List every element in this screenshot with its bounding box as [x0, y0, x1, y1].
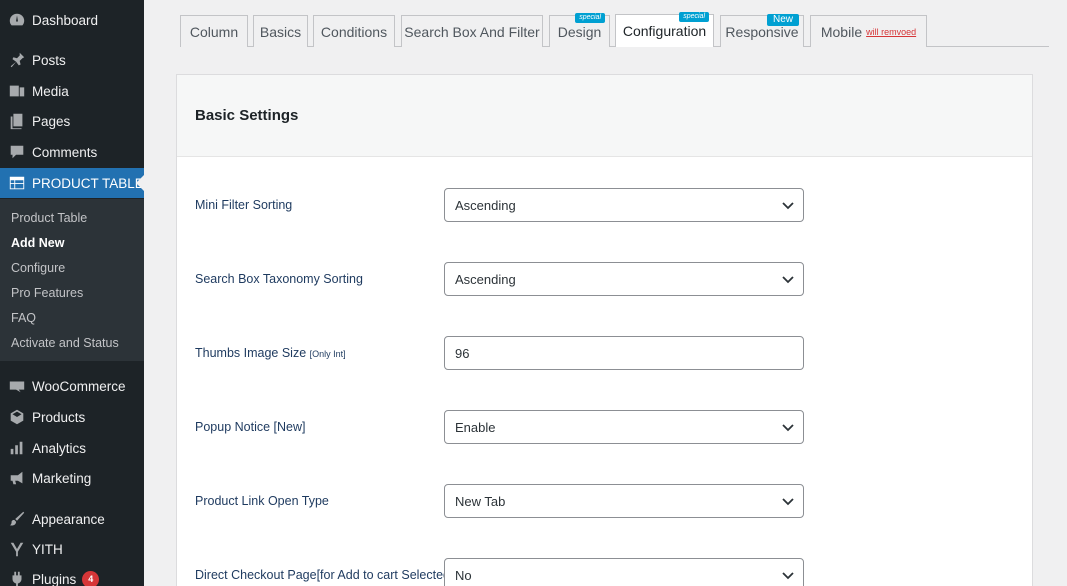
- settings-tabs: Column Basics Conditions Search Box And …: [180, 12, 1049, 47]
- menu-item-woocommerce[interactable]: WooCommerce: [0, 371, 144, 401]
- new-flag: New: [766, 14, 799, 26]
- menu-label: Dashboard: [32, 12, 99, 28]
- input-value: 96: [455, 345, 470, 361]
- popup-notice-label: Popup Notice [New]: [195, 420, 306, 434]
- tab-label: Configuration: [622, 23, 707, 39]
- select-value: Enable: [455, 419, 496, 435]
- plugins-update-badge: 4: [82, 570, 100, 586]
- thumbs-image-size-label: Thumbs Image Size [Only Int]: [195, 346, 346, 360]
- tab-design[interactable]: special Design: [549, 13, 610, 47]
- tab-search-box-filter[interactable]: Search Box And Filter: [401, 15, 543, 47]
- settings-panel: Basic Settings Mini Filter Sorting Ascen…: [176, 74, 1033, 586]
- woo-icon: [7, 376, 27, 396]
- tab-label: Conditions: [320, 23, 388, 40]
- menu-label: Comments: [32, 144, 98, 160]
- tab-label: Column: [189, 23, 239, 40]
- popup-notice-select[interactable]: Enable: [444, 410, 804, 444]
- menu-item-plugins[interactable]: Plugins 4: [0, 564, 144, 586]
- menu-label: Media: [32, 83, 69, 99]
- menu-label: WooCommerce: [32, 378, 126, 394]
- submenu-item-activate-status[interactable]: Activate and Status: [11, 336, 119, 350]
- menu-item-comments[interactable]: Comments: [0, 137, 144, 167]
- product-table-submenu: Product Table Add New Configure Pro Feat…: [0, 199, 144, 361]
- chevron-down-icon: [781, 568, 795, 582]
- chevron-down-icon: [781, 494, 795, 508]
- product-link-open-type-label: Product Link Open Type: [195, 494, 329, 508]
- special-flag: special: [575, 13, 605, 23]
- menu-item-dashboard[interactable]: Dashboard: [0, 5, 144, 35]
- menu-label: Products: [32, 409, 86, 425]
- special-flag: special: [679, 12, 709, 22]
- tab-column[interactable]: Column: [180, 15, 248, 47]
- submenu-item-configure[interactable]: Configure: [11, 261, 65, 275]
- menu-label: Posts: [32, 52, 66, 68]
- products-icon: [7, 407, 27, 427]
- removed-note: will remvoed: [866, 26, 917, 37]
- menu-label: Analytics: [32, 440, 87, 456]
- panel-title: Basic Settings: [195, 107, 299, 124]
- submenu-item-product-table[interactable]: Product Table: [11, 211, 87, 225]
- pin-icon: [7, 50, 27, 70]
- search-box-taxonomy-sorting-label: Search Box Taxonomy Sorting: [195, 272, 363, 286]
- chevron-down-icon: [781, 198, 795, 212]
- product-link-open-type-select[interactable]: New Tab: [444, 484, 804, 518]
- admin-sidebar: Dashboard Posts Media Pages Comments PRO…: [0, 0, 144, 586]
- select-value: No: [455, 567, 472, 583]
- comment-icon: [7, 142, 27, 162]
- main-content: Column Basics Conditions Search Box And …: [144, 0, 1067, 586]
- menu-item-analytics[interactable]: Analytics: [0, 433, 144, 463]
- menu-label: Appearance: [32, 511, 105, 527]
- pages-icon: [7, 111, 27, 131]
- submenu-item-add-new[interactable]: Add New: [11, 236, 64, 250]
- tab-label: Mobile: [820, 23, 863, 40]
- plugin-icon: [7, 569, 27, 586]
- menu-label: Marketing: [32, 470, 92, 486]
- menu-item-media[interactable]: Media: [0, 76, 144, 106]
- label-text: Thumbs Image Size: [195, 346, 307, 360]
- menu-label: Pages: [32, 113, 71, 129]
- menu-item-marketing[interactable]: Marketing: [0, 463, 144, 493]
- mini-filter-sorting-select[interactable]: Ascending: [444, 188, 804, 222]
- mini-filter-sorting-label: Mini Filter Sorting: [195, 198, 293, 212]
- select-value: New Tab: [455, 493, 506, 509]
- thumbs-image-size-input[interactable]: 96: [444, 336, 804, 370]
- panel-header: Basic Settings: [177, 75, 1032, 157]
- chevron-down-icon: [781, 420, 795, 434]
- select-value: Ascending: [455, 197, 516, 213]
- menu-label: YITH: [32, 541, 63, 557]
- menu-item-posts[interactable]: Posts: [0, 45, 144, 75]
- tab-configuration[interactable]: special Configuration: [615, 12, 714, 47]
- menu-label: PRODUCT TABLE: [32, 175, 144, 191]
- media-icon: [7, 81, 27, 101]
- submenu-item-pro-features[interactable]: Pro Features: [11, 286, 83, 300]
- menu-label: Plugins: [32, 571, 77, 586]
- menu-item-appearance[interactable]: Appearance: [0, 504, 144, 534]
- tab-mobile[interactable]: Mobile will remvoed: [810, 15, 927, 47]
- tab-label: Basics: [259, 23, 302, 40]
- direct-checkout-page-select[interactable]: No: [444, 558, 804, 586]
- tab-conditions[interactable]: Conditions: [313, 15, 395, 47]
- chevron-down-icon: [781, 272, 795, 286]
- tab-responsive[interactable]: New Responsive: [720, 14, 804, 47]
- brush-icon: [7, 509, 27, 529]
- direct-checkout-page-label: Direct Checkout Page[for Add to cart Sel…: [195, 568, 454, 582]
- megaphone-icon: [7, 468, 27, 488]
- search-box-taxonomy-sorting-select[interactable]: Ascending: [444, 262, 804, 296]
- menu-item-product-table[interactable]: PRODUCT TABLE: [0, 168, 144, 198]
- yith-icon: [7, 539, 27, 559]
- submenu-item-faq[interactable]: FAQ: [11, 311, 36, 325]
- analytics-icon: [7, 438, 27, 458]
- label-hint: [Only Int]: [309, 349, 346, 359]
- tab-label: Design: [557, 23, 602, 40]
- dashboard-icon: [7, 10, 27, 30]
- table-icon: [7, 173, 27, 193]
- tab-basics[interactable]: Basics: [253, 15, 308, 47]
- menu-item-products[interactable]: Products: [0, 402, 144, 432]
- select-value: Ascending: [455, 271, 516, 287]
- menu-item-yith[interactable]: YITH: [0, 534, 144, 564]
- menu-item-pages[interactable]: Pages: [0, 106, 144, 136]
- tab-label: Search Box And Filter: [404, 23, 540, 40]
